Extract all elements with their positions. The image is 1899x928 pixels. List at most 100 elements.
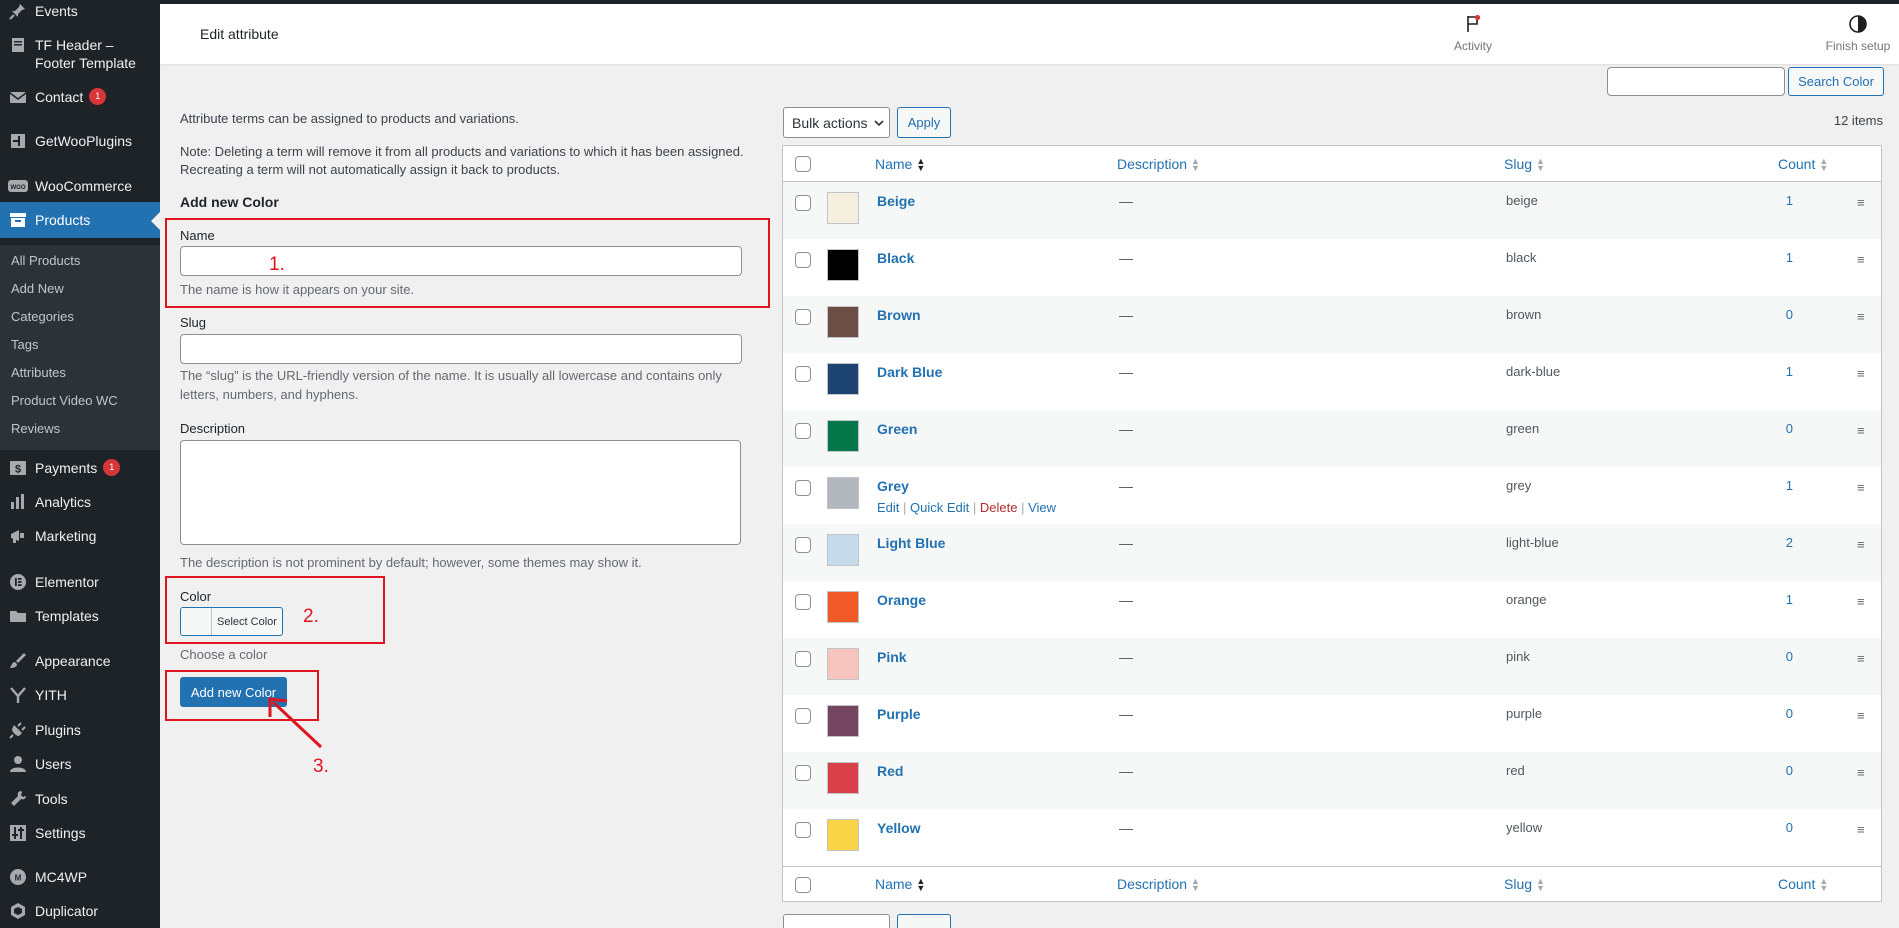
term-name-link[interactable]: Brown — [877, 307, 921, 323]
row-checkbox[interactable] — [795, 480, 811, 496]
row-checkbox[interactable] — [795, 594, 811, 610]
bulk-actions-select[interactable]: Bulk actions — [783, 107, 890, 138]
sidebar-item-marketing[interactable]: Marketing — [0, 527, 160, 545]
term-count-link[interactable]: 0 — [1773, 763, 1793, 778]
term-count-link[interactable]: 0 — [1773, 421, 1793, 436]
sidebar-item-plugins[interactable]: Plugins — [0, 721, 160, 739]
row-checkbox[interactable] — [795, 651, 811, 667]
bulk-actions-select-bottom[interactable] — [783, 914, 890, 928]
drag-handle-icon[interactable]: ≡ — [1857, 309, 1865, 324]
term-name-link[interactable]: Orange — [877, 592, 926, 608]
sidebar-item-woocommerce[interactable]: WOO WooCommerce — [0, 177, 160, 195]
drag-handle-icon[interactable]: ≡ — [1857, 252, 1865, 267]
row-checkbox[interactable] — [795, 708, 811, 724]
drag-handle-icon[interactable]: ≡ — [1857, 423, 1865, 438]
sidebar-item-users[interactable]: Users — [0, 755, 160, 773]
term-name-link[interactable]: Light Blue — [877, 535, 945, 551]
sidebar-item-contact[interactable]: Contact 1 — [0, 88, 160, 106]
drag-handle-icon[interactable]: ≡ — [1857, 651, 1865, 666]
term-count-link[interactable]: 1 — [1773, 250, 1793, 265]
search-color-button[interactable]: Search Color — [1788, 67, 1884, 96]
row-checkbox[interactable] — [795, 366, 811, 382]
term-count-link[interactable]: 0 — [1773, 706, 1793, 721]
term-name-link[interactable]: Grey — [877, 478, 909, 494]
term-count-link[interactable]: 1 — [1773, 193, 1793, 208]
term-count-link[interactable]: 1 — [1773, 364, 1793, 379]
apply-button[interactable]: Apply — [897, 107, 951, 138]
column-header-description[interactable]: Description ▲ ▼ — [1117, 156, 1200, 173]
row-checkbox[interactable] — [795, 822, 811, 838]
submenu-item-tags[interactable]: Tags — [11, 337, 38, 352]
sidebar-item-payments[interactable]: $ Payments 1 — [0, 459, 160, 477]
column-footer-count[interactable]: Count ▲ ▼ — [1778, 876, 1828, 893]
term-name-link[interactable]: Yellow — [877, 820, 921, 836]
term-count-link[interactable]: 1 — [1773, 478, 1793, 493]
drag-handle-icon[interactable]: ≡ — [1857, 822, 1865, 837]
sidebar-item-products[interactable]: Products — [0, 202, 160, 238]
sidebar-item-yith[interactable]: YITH — [0, 686, 160, 704]
quick-edit-link[interactable]: Quick Edit — [910, 500, 969, 515]
submenu-item-reviews[interactable]: Reviews — [11, 421, 60, 436]
submenu-item-categories[interactable]: Categories — [11, 309, 74, 324]
select-all-checkbox-footer[interactable] — [795, 877, 811, 893]
activity-button[interactable]: Activity — [1438, 14, 1508, 53]
term-count-link[interactable]: 0 — [1773, 307, 1793, 322]
submenu-item-product-video-wc[interactable]: Product Video WC — [11, 393, 118, 408]
term-count-link[interactable]: 0 — [1773, 820, 1793, 835]
term-count-link[interactable]: 1 — [1773, 592, 1793, 607]
sidebar-item-appearance[interactable]: Appearance — [0, 652, 160, 670]
delete-link[interactable]: Delete — [980, 500, 1018, 515]
sidebar-item-getwooplugins[interactable]: GetWooPlugins — [0, 132, 160, 150]
folder-icon — [8, 607, 28, 625]
term-name-link[interactable]: Purple — [877, 706, 921, 722]
sidebar-item-events[interactable]: Events — [0, 2, 160, 20]
drag-handle-icon[interactable]: ≡ — [1857, 765, 1865, 780]
column-header-name[interactable]: Name ▲ ▼ — [875, 156, 925, 173]
term-name-link[interactable]: Green — [877, 421, 917, 437]
term-name-link[interactable]: Dark Blue — [877, 364, 942, 380]
edit-link[interactable]: Edit — [877, 500, 899, 515]
row-checkbox[interactable] — [795, 423, 811, 439]
description-textarea[interactable] — [180, 440, 741, 545]
sidebar-item-analytics[interactable]: Analytics — [0, 493, 160, 511]
view-link[interactable]: View — [1028, 500, 1056, 515]
select-all-checkbox[interactable] — [795, 156, 811, 172]
finish-setup-button[interactable]: Finish setup — [1820, 14, 1896, 53]
term-count-link[interactable]: 2 — [1773, 535, 1793, 550]
sidebar-item-duplicator[interactable]: Duplicator — [0, 902, 160, 920]
row-checkbox[interactable] — [795, 195, 811, 211]
drag-handle-icon[interactable]: ≡ — [1857, 537, 1865, 552]
sidebar-item-settings[interactable]: Settings — [0, 824, 160, 842]
search-input[interactable] — [1607, 67, 1785, 96]
term-name-link[interactable]: Pink — [877, 649, 907, 665]
term-name-link[interactable]: Beige — [877, 193, 915, 209]
column-footer-slug[interactable]: Slug ▲ ▼ — [1504, 876, 1545, 893]
column-header-count[interactable]: Count ▲ ▼ — [1778, 156, 1828, 173]
slug-input[interactable] — [180, 334, 742, 364]
row-checkbox[interactable] — [795, 309, 811, 325]
drag-handle-icon[interactable]: ≡ — [1857, 594, 1865, 609]
drag-handle-icon[interactable]: ≡ — [1857, 708, 1865, 723]
term-name-link[interactable]: Black — [877, 250, 914, 266]
sidebar-item-mc4wp[interactable]: M MC4WP — [0, 868, 160, 886]
submenu-item-attributes[interactable]: Attributes — [11, 365, 66, 380]
drag-handle-icon[interactable]: ≡ — [1857, 366, 1865, 381]
sidebar-item-elementor[interactable]: Elementor — [0, 573, 160, 591]
submenu-item-add-new[interactable]: Add New — [11, 281, 64, 296]
sidebar-item-templates[interactable]: Templates — [0, 607, 160, 625]
column-footer-description[interactable]: Description ▲ ▼ — [1117, 876, 1200, 893]
row-checkbox[interactable] — [795, 537, 811, 553]
row-checkbox[interactable] — [795, 252, 811, 268]
drag-handle-icon[interactable]: ≡ — [1857, 480, 1865, 495]
drag-handle-icon[interactable]: ≡ — [1857, 195, 1865, 210]
sidebar-item-tf-header[interactable]: TF Header – Footer Template — [0, 36, 160, 72]
column-header-slug[interactable]: Slug ▲ ▼ — [1504, 156, 1545, 173]
column-footer-name[interactable]: Name ▲ ▼ — [875, 876, 925, 893]
term-count-link[interactable]: 0 — [1773, 649, 1793, 664]
term-name-link[interactable]: Red — [877, 763, 903, 779]
submenu-item-all-products[interactable]: All Products — [11, 253, 80, 268]
row-checkbox[interactable] — [795, 765, 811, 781]
apply-button-bottom[interactable] — [897, 914, 951, 928]
sidebar-item-text: Events — [35, 3, 78, 19]
sidebar-item-tools[interactable]: Tools — [0, 790, 160, 808]
